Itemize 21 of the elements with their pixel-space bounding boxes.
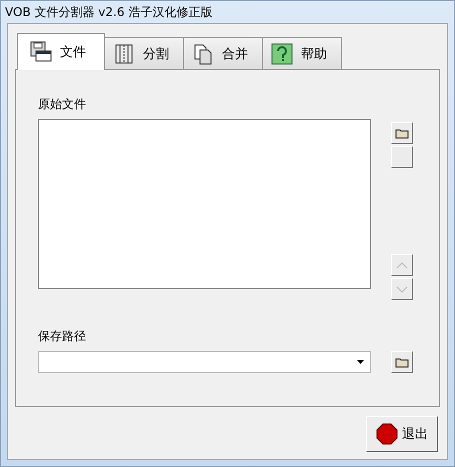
exit-button[interactable]: 退出 [366,416,438,452]
browse-button[interactable] [391,122,413,144]
split-pages-icon [113,42,135,64]
tab[interactable]: 文件 [17,33,105,70]
window-title: VOB 文件分割器 v2.6 浩子汉化修正版 [4,4,214,21]
tab[interactable]: 帮助 [262,37,342,69]
question-mark-icon [271,42,293,64]
chevron-up-icon [396,262,408,268]
source-file-label: 原始文件 [38,96,87,113]
folder-icon [395,356,409,368]
pages-icon [192,42,214,64]
folder-icon [395,128,409,138]
floppy-disk-icon [30,41,52,63]
tab[interactable]: 分割 [104,37,184,69]
tab[interactable]: 合并 [183,37,263,69]
save-path-label: 保存路径 [38,328,87,345]
dropdown-arrow-icon [357,360,364,364]
side-button[interactable] [391,146,413,168]
chevron-down-icon [396,286,408,292]
browse-button[interactable] [391,351,413,373]
stop-sign-icon [376,423,398,445]
